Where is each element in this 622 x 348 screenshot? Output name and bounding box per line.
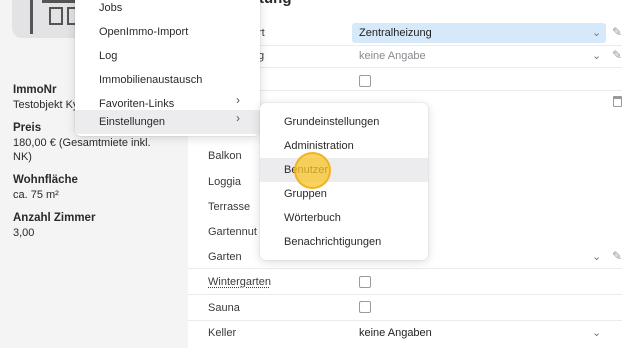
heizungsart-value: Zentralheizung: [359, 27, 432, 39]
wintergarten-checkbox[interactable]: [359, 276, 371, 288]
submenu-item-grundeinstellungen[interactable]: Grundeinstellungen: [260, 110, 428, 134]
menu-item-einstellungen[interactable]: Einstellungen: [75, 110, 260, 134]
submenu-item-benachrichtigungen[interactable]: Benachrichtigungen: [260, 230, 428, 254]
row3-checkbox[interactable]: [359, 75, 371, 87]
submenu-item-woerterbuch[interactable]: Wörterbuch: [260, 206, 428, 230]
gartennutzung-label: Gartennut: [208, 226, 257, 238]
click-indicator: [294, 152, 331, 189]
sauna-checkbox[interactable]: [359, 301, 371, 313]
loggia-label: Loggia: [208, 176, 242, 188]
chevron-down-icon: ⌄: [592, 327, 602, 339]
keller-label: Keller: [208, 327, 237, 339]
menu-item-openimmo-import[interactable]: OpenImmo-Import: [75, 20, 260, 44]
wohnflaeche-value: ca. 75 m²: [13, 189, 59, 201]
edit-pencil-icon[interactable]: ✎: [612, 25, 622, 39]
row-divider: [188, 268, 622, 269]
chevron-down-icon: ⌄: [592, 27, 602, 39]
sauna-label: Sauna: [208, 302, 240, 314]
zimmer-value: 3,00: [13, 227, 35, 239]
immonr-label: ImmoNr: [13, 84, 57, 96]
menu-item-immobilienaustausch[interactable]: Immobilienaustausch: [75, 68, 260, 92]
zimmer-label: Anzahl Zimmer: [13, 212, 96, 224]
preis-value-line1: 180,00 € (Gesamtmiete inkl.: [13, 137, 151, 149]
chevron-right-icon: ›: [236, 111, 240, 125]
preis-label: Preis: [13, 122, 42, 134]
wohnflaeche-label: Wohnfläche: [13, 174, 78, 186]
immonr-value: Testobjekt Ky: [13, 99, 79, 111]
menu-item-jobs[interactable]: Jobs: [75, 0, 260, 20]
menu-item-log[interactable]: Log: [75, 44, 260, 68]
chevron-down-icon: ⌄: [592, 50, 602, 62]
wintergarten-label: Wintergarten: [208, 276, 271, 288]
row-divider: [188, 294, 622, 295]
submenu-item-benutzer[interactable]: Benutzer: [260, 158, 428, 182]
admin-menu: Jobs OpenImmo-Import Log Immobilienausta…: [75, 0, 260, 136]
balkon-label: Balkon: [208, 150, 242, 162]
edit-pencil-icon[interactable]: ✎: [612, 249, 622, 263]
row-divider: [188, 320, 622, 321]
terrasse-label: Terrasse: [208, 201, 251, 213]
befeuerung-select[interactable]: keine Angabe: [359, 50, 426, 62]
garten-label: Garten: [208, 251, 242, 263]
submenu-item-administration[interactable]: Administration: [260, 134, 428, 158]
chevron-down-icon: ⌄: [592, 251, 602, 263]
preis-value-line2: NK): [13, 151, 32, 163]
keller-select[interactable]: keine Angaben: [359, 327, 432, 339]
edit-pencil-icon[interactable]: ✎: [612, 48, 622, 62]
calendar-icon[interactable]: [613, 96, 622, 107]
einstellungen-submenu: Grundeinstellungen Administration Benutz…: [260, 103, 428, 260]
chevron-right-icon: ›: [236, 93, 240, 107]
submenu-item-gruppen[interactable]: Gruppen: [260, 182, 428, 206]
panel-title: tung: [259, 0, 291, 7]
